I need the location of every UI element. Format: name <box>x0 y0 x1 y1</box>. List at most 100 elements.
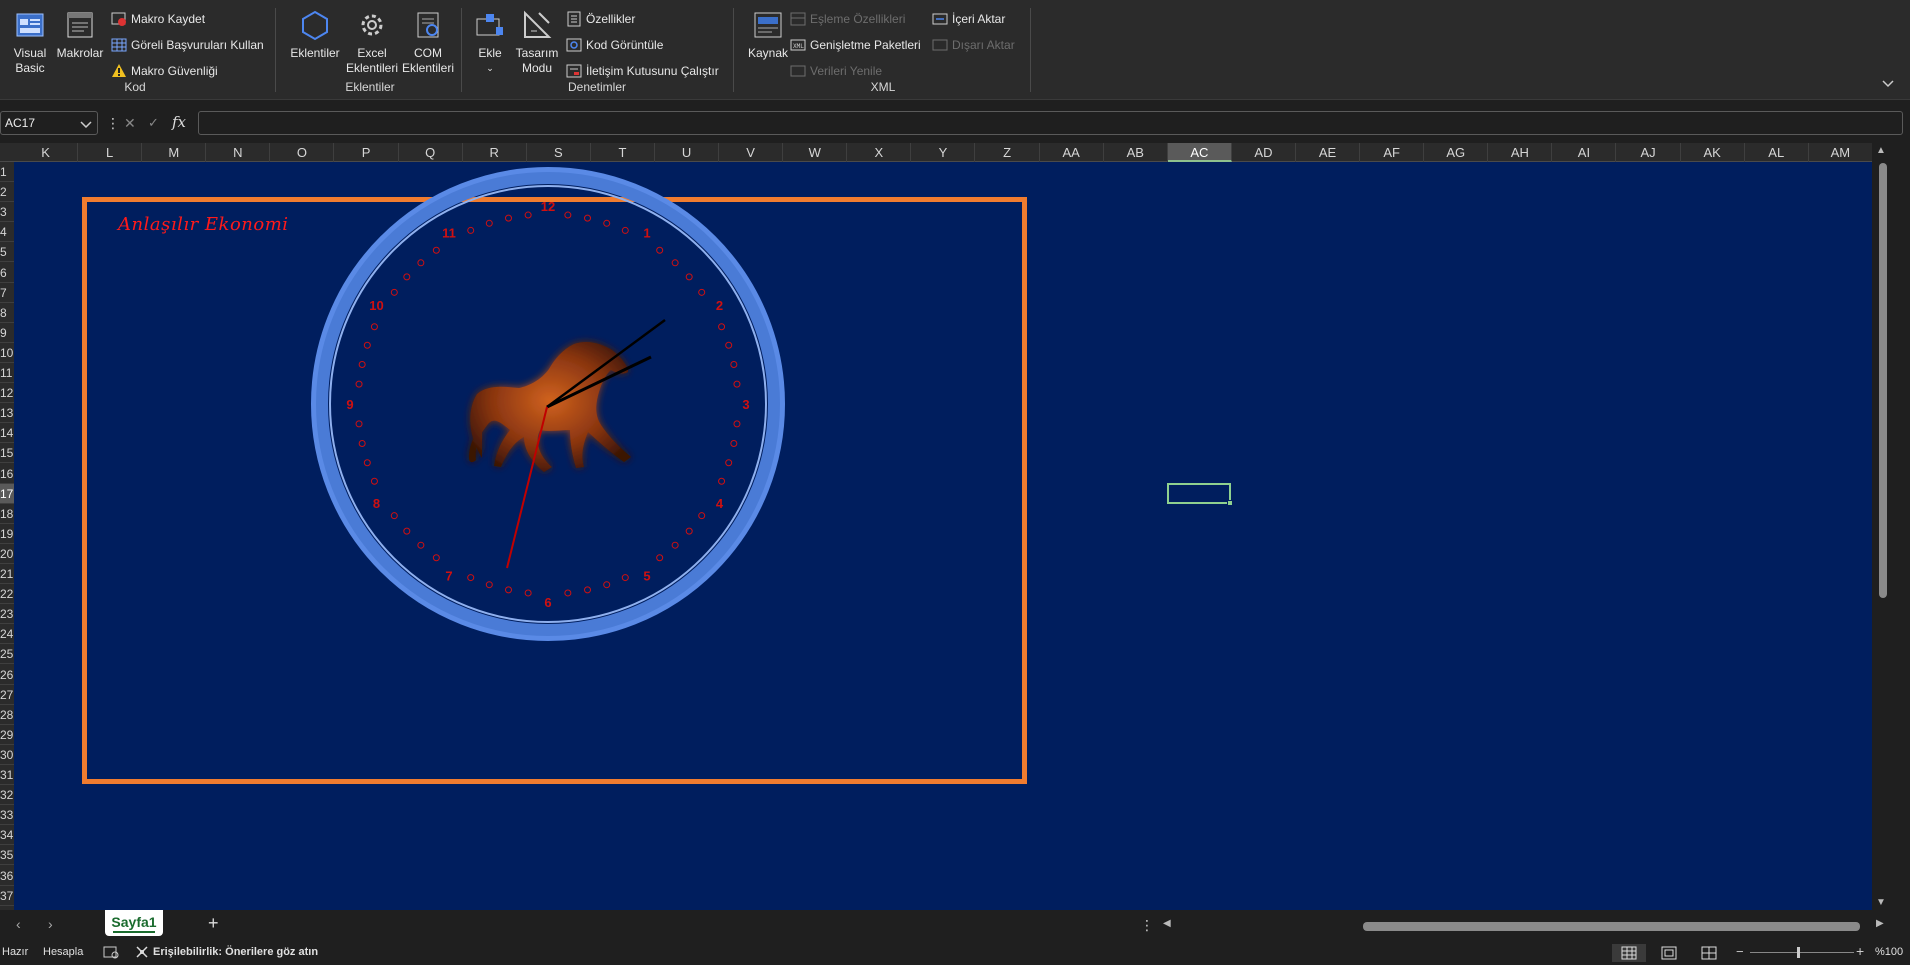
excel-eklentileri-button[interactable]: Excel Eklentileri <box>342 8 402 76</box>
row-header-23[interactable]: 23 <box>0 604 14 625</box>
esleme-ozellikleri-button[interactable]: Eşleme Özellikleri <box>790 8 905 30</box>
row-header-19[interactable]: 19 <box>0 524 14 544</box>
add-sheet-icon[interactable]: + <box>208 913 219 934</box>
cancel-icon[interactable]: ✕ <box>124 115 136 132</box>
row-header-30[interactable]: 30 <box>0 745 14 765</box>
iceri-aktar-button[interactable]: İçeri Aktar <box>932 8 1005 30</box>
column-header-ac[interactable]: AC <box>1167 143 1232 162</box>
disari-aktar-button[interactable]: Dışarı Aktar <box>932 34 1015 56</box>
row-header-31[interactable]: 31 <box>0 765 14 785</box>
column-header-am[interactable]: AM <box>1809 143 1873 162</box>
kod-goruntule-button[interactable]: Kod Görüntüle <box>566 34 663 56</box>
clock-graphic[interactable]: 121234567891011 <box>14 162 1872 910</box>
active-cell-ac17[interactable] <box>1167 483 1233 506</box>
row-header-14[interactable]: 14 <box>0 423 14 444</box>
chevron-right-icon[interactable]: › <box>48 916 53 932</box>
column-header-n[interactable]: N <box>206 143 271 162</box>
more-options-icon[interactable]: ⋮ <box>106 115 120 132</box>
enter-icon[interactable]: ✓ <box>148 115 159 131</box>
column-header-l[interactable]: L <box>78 143 143 162</box>
row-header-28[interactable]: 28 <box>0 705 14 725</box>
row-header-18[interactable]: 18 <box>0 504 14 524</box>
column-header-v[interactable]: V <box>719 143 784 162</box>
com-eklentileri-button[interactable]: COM Eklentileri <box>398 8 458 76</box>
zoom-level[interactable]: %100 <box>1875 946 1903 958</box>
row-header-37[interactable]: 37 <box>0 886 14 906</box>
row-header-9[interactable]: 9 <box>0 323 14 343</box>
column-header-q[interactable]: Q <box>399 143 463 162</box>
column-header-aa[interactable]: AA <box>1040 143 1104 162</box>
normal-view-icon[interactable] <box>1612 944 1646 962</box>
chevron-left-icon[interactable]: ‹ <box>16 916 21 932</box>
row-header-10[interactable]: 10 <box>0 343 14 363</box>
makro-guvenligi-button[interactable]: Makro Güvenliği <box>111 60 218 82</box>
column-header-ah[interactable]: AH <box>1488 143 1553 162</box>
row-header-33[interactable]: 33 <box>0 805 14 826</box>
zoom-in-icon[interactable]: + <box>1856 943 1864 959</box>
column-header-x[interactable]: X <box>847 143 912 162</box>
formula-input[interactable] <box>198 111 1903 135</box>
scroll-right-icon[interactable]: ▶ <box>1876 918 1884 929</box>
column-header-k[interactable]: K <box>14 143 79 162</box>
page-break-view-icon[interactable] <box>1692 944 1726 962</box>
column-header-m[interactable]: M <box>142 143 207 162</box>
column-header-r[interactable]: R <box>463 143 527 162</box>
column-header-ab[interactable]: AB <box>1104 143 1168 162</box>
column-header-w[interactable]: W <box>783 143 848 162</box>
macro-record-icon[interactable] <box>103 945 119 959</box>
column-header-ad[interactable]: AD <box>1232 143 1296 162</box>
zoom-slider-thumb[interactable] <box>1797 947 1800 958</box>
column-header-al[interactable]: AL <box>1745 143 1809 162</box>
column-header-aj[interactable]: AJ <box>1617 143 1681 162</box>
kaynak-button[interactable]: Kaynak <box>743 8 793 61</box>
row-header-5[interactable]: 5 <box>0 242 14 263</box>
row-header-22[interactable]: 22 <box>0 584 14 605</box>
genisletme-paketleri-button[interactable]: XML Genişletme Paketleri <box>790 34 921 56</box>
column-header-o[interactable]: O <box>270 143 335 162</box>
column-header-s[interactable]: S <box>527 143 591 162</box>
vertical-scrollbar[interactable]: ▲ ▼ <box>1872 143 1895 910</box>
row-header-29[interactable]: 29 <box>0 725 14 745</box>
row-header-26[interactable]: 26 <box>0 665 14 685</box>
ozellikler-button[interactable]: Özellikler <box>566 8 635 30</box>
insert-function-icon[interactable]: fx <box>172 113 186 131</box>
column-header-ai[interactable]: AI <box>1552 143 1617 162</box>
accessibility-icon[interactable] <box>135 945 149 959</box>
scroll-left-icon[interactable]: ◀ <box>1163 918 1171 929</box>
row-header-34[interactable]: 34 <box>0 825 14 846</box>
more-options-icon[interactable]: ⋮ <box>1140 917 1154 934</box>
row-header-4[interactable]: 4 <box>0 222 14 243</box>
row-header-1[interactable]: 1 <box>0 162 14 182</box>
ekle-button[interactable]: Ekle ⌄ <box>470 8 510 76</box>
goreli-basvurular-button[interactable]: Göreli Başvuruları Kullan <box>111 34 264 56</box>
column-header-z[interactable]: Z <box>976 143 1040 162</box>
row-header-16[interactable]: 16 <box>0 464 14 484</box>
zoom-out-icon[interactable]: − <box>1736 944 1744 959</box>
column-header-ae[interactable]: AE <box>1296 143 1361 162</box>
column-header-af[interactable]: AF <box>1360 143 1425 162</box>
verileri-yenile-button[interactable]: Verileri Yenile <box>790 60 882 82</box>
row-header-3[interactable]: 3 <box>0 202 14 223</box>
column-header-t[interactable]: T <box>591 143 655 162</box>
accessibility-status[interactable]: Erişilebilirlik: Önerilere göz atın <box>153 946 318 958</box>
tasarim-modu-button[interactable]: Tasarım Modu <box>514 8 560 76</box>
row-header-2[interactable]: 2 <box>0 182 14 203</box>
column-header-ak[interactable]: AK <box>1681 143 1745 162</box>
chevron-down-icon[interactable] <box>80 116 94 129</box>
horizontal-scroll-thumb[interactable] <box>1363 922 1860 931</box>
row-header-6[interactable]: 6 <box>0 263 14 283</box>
worksheet-grid[interactable]: Anlaşılır Ekonomi 12 1 2 3 4 5 6 7 8 9 10 11 <box>14 162 1872 910</box>
status-calculate[interactable]: Hesapla <box>43 946 83 958</box>
row-header-27[interactable]: 27 <box>0 685 14 705</box>
collapse-ribbon-icon[interactable] <box>1880 77 1896 91</box>
makro-kaydet-button[interactable]: Makro Kaydet <box>111 8 205 30</box>
row-header-8[interactable]: 8 <box>0 303 14 323</box>
row-header-36[interactable]: 36 <box>0 866 14 886</box>
row-header-35[interactable]: 35 <box>0 845 14 866</box>
iletisim-kutusu-button[interactable]: İletişim Kutusunu Çalıştır <box>566 60 719 82</box>
makrolar-button[interactable]: Makrolar <box>54 8 106 61</box>
row-header-12[interactable]: 12 <box>0 383 14 404</box>
row-header-25[interactable]: 25 <box>0 644 14 665</box>
row-header-24[interactable]: 24 <box>0 624 14 645</box>
scroll-down-icon[interactable]: ▼ <box>1876 897 1886 908</box>
